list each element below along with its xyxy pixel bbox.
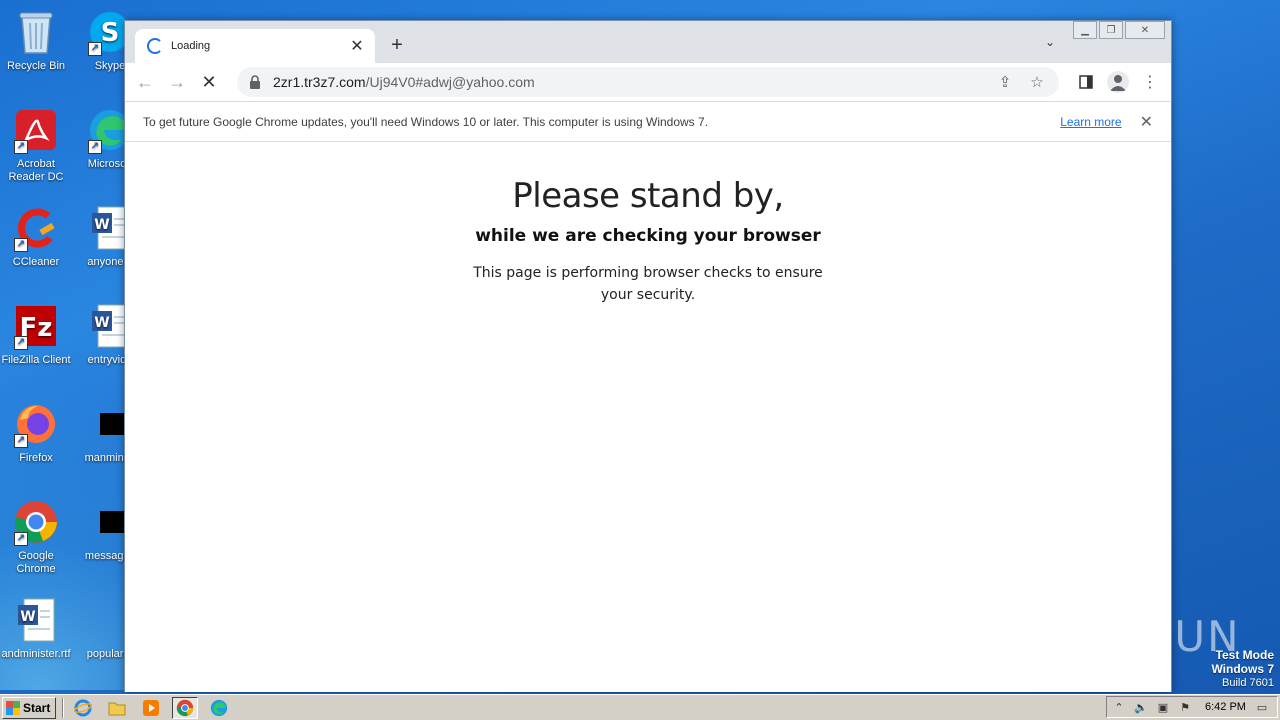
- shortcut-arrow-icon: ↗: [14, 532, 28, 546]
- desktop-icon-label: Recycle Bin: [6, 60, 66, 72]
- svg-text:W: W: [94, 315, 109, 331]
- shortcut-arrow-icon: ↗: [14, 140, 28, 154]
- chrome-icon: ↗: [12, 498, 60, 546]
- url-path: /Uj94V0#adwj@yahoo.com: [365, 74, 535, 90]
- chrome-taskbar-icon[interactable]: [172, 696, 198, 719]
- shortcut-arrow-icon: ↗: [88, 42, 102, 56]
- recycle-bin-icon: [12, 8, 60, 56]
- system-tray: ⌃ 🔈 ▣ ⚑ 6:42 PM ▭: [1106, 696, 1278, 718]
- window-controls: ▁ ❐ ✕: [1071, 21, 1165, 39]
- test-mode-line2: Windows 7: [1211, 662, 1274, 676]
- url-text[interactable]: 2zr1.tr3z7.com/Uj94V0#adwj@yahoo.com: [273, 74, 983, 90]
- anyrun-watermark: ANY RUN: [1036, 612, 1241, 661]
- network-icon[interactable]: ▣: [1155, 699, 1171, 715]
- media-player-icon[interactable]: [138, 697, 164, 719]
- edge-taskbar-icon[interactable]: [206, 697, 232, 719]
- desktop-icon-rtf[interactable]: W andminister.rtf: [0, 596, 74, 661]
- page-subheading: while we are checking your browser: [475, 226, 821, 246]
- lock-icon[interactable]: [249, 75, 263, 89]
- update-infobar: To get future Google Chrome updates, you…: [125, 101, 1171, 142]
- browser-toolbar: ← → ✕ 2zr1.tr3z7.com/Uj94V0#adwj@yahoo.c…: [125, 63, 1171, 101]
- acrobat-icon: ↗: [12, 106, 60, 154]
- shortcut-arrow-icon: ↗: [14, 434, 28, 448]
- chrome-window: Loading ✕ + ⌄ ▁ ❐ ✕ ← → ✕ 2zr1.tr3z7.com…: [124, 20, 1172, 692]
- toolbar-right: ⋮: [1067, 69, 1163, 95]
- desktop-icon-label: andminister.rtf: [1, 648, 71, 660]
- svg-text:S: S: [101, 18, 120, 48]
- infobar-message: To get future Google Chrome updates, you…: [143, 114, 709, 129]
- test-mode-notice: Test Mode Windows 7 Build 7601: [1211, 648, 1274, 690]
- shortcut-arrow-icon: ↗: [14, 336, 28, 350]
- page-heading: Please stand by,: [512, 176, 784, 216]
- page-body-text: This page is performing browser checks t…: [473, 265, 823, 303]
- desktop-icon-label: Google Chrome: [16, 550, 56, 575]
- desktop-icon-label: Acrobat Reader DC: [8, 158, 64, 183]
- shortcut-arrow-icon: ↗: [88, 140, 102, 154]
- desktop-icon-label: Firefox: [19, 452, 53, 464]
- desktop-icon-recycle-bin[interactable]: Recycle Bin: [0, 8, 74, 73]
- page-content: Please stand by, while we are checking y…: [125, 142, 1171, 692]
- action-center-flag-icon[interactable]: ⚑: [1177, 699, 1193, 715]
- show-desktop-icon[interactable]: ▭: [1254, 699, 1270, 715]
- desktop-icon-chrome[interactable]: ↗ Google Chrome: [0, 498, 74, 576]
- start-button[interactable]: Start: [2, 696, 56, 719]
- bookmark-star-icon[interactable]: ☆: [1027, 72, 1047, 92]
- svg-text:W: W: [20, 609, 35, 625]
- back-button[interactable]: ←: [133, 70, 157, 94]
- ccleaner-icon: ↗: [12, 204, 60, 252]
- file-explorer-icon[interactable]: [104, 697, 130, 719]
- taskbar: Start ⌃ 🔈 ▣ ⚑ 6:42 PM ▭: [0, 694, 1280, 720]
- test-mode-line1: Test Mode: [1215, 648, 1274, 662]
- tab-search-chevron-icon[interactable]: ⌄: [1045, 35, 1055, 49]
- windows-logo-icon: [6, 700, 20, 715]
- profile-avatar-icon[interactable]: [1105, 69, 1131, 95]
- shortcut-arrow-icon: ↗: [14, 238, 28, 252]
- learn-more-link[interactable]: Learn more: [1060, 115, 1121, 129]
- desktop-icon-acrobat[interactable]: ↗ Acrobat Reader DC: [0, 106, 74, 184]
- desktop-icon-label: FileZilla Client: [1, 354, 71, 366]
- side-panel-icon[interactable]: [1073, 69, 1099, 95]
- clock[interactable]: 6:42 PM: [1205, 701, 1246, 713]
- share-icon[interactable]: ⇪: [995, 72, 1015, 92]
- internet-explorer-icon[interactable]: [70, 697, 96, 719]
- restore-button[interactable]: ❐: [1099, 21, 1123, 39]
- desktop-icon-label: CCleaner: [12, 256, 60, 268]
- tab-title: Loading: [171, 40, 211, 52]
- infobar-close-icon[interactable]: ✕: [1140, 112, 1153, 132]
- firefox-icon: ↗: [12, 400, 60, 448]
- loading-spinner-icon: [147, 38, 163, 54]
- tab-close-icon[interactable]: ✕: [349, 36, 365, 56]
- forward-button[interactable]: →: [165, 70, 189, 94]
- tab-loading[interactable]: Loading ✕: [135, 29, 375, 63]
- close-window-button[interactable]: ✕: [1125, 21, 1165, 39]
- word-document-icon: W: [12, 596, 60, 644]
- show-hidden-icons-chevron-icon[interactable]: ⌃: [1111, 699, 1127, 715]
- desktop-icon-firefox[interactable]: ↗ Firefox: [0, 400, 74, 465]
- address-bar[interactable]: 2zr1.tr3z7.com/Uj94V0#adwj@yahoo.com ⇪ ☆: [237, 67, 1059, 97]
- tab-strip: Loading ✕ + ⌄ ▁ ❐ ✕: [125, 21, 1171, 63]
- desktop-icon-ccleaner[interactable]: ↗ CCleaner: [0, 204, 74, 269]
- filezilla-icon: Fz ↗: [12, 302, 60, 350]
- desktop-icon-filezilla[interactable]: Fz ↗ FileZilla Client: [0, 302, 74, 367]
- stop-loading-button[interactable]: ✕: [197, 70, 221, 94]
- test-mode-line3: Build 7601: [1222, 677, 1274, 689]
- minimize-button[interactable]: ▁: [1073, 21, 1097, 39]
- start-label: Start: [23, 700, 51, 715]
- new-tab-button[interactable]: +: [387, 34, 407, 57]
- more-menu-icon[interactable]: ⋮: [1137, 69, 1163, 95]
- volume-icon[interactable]: 🔈: [1133, 699, 1149, 715]
- taskbar-separator: [62, 697, 64, 718]
- url-host: 2zr1.tr3z7.com: [273, 74, 366, 90]
- svg-text:W: W: [94, 217, 109, 233]
